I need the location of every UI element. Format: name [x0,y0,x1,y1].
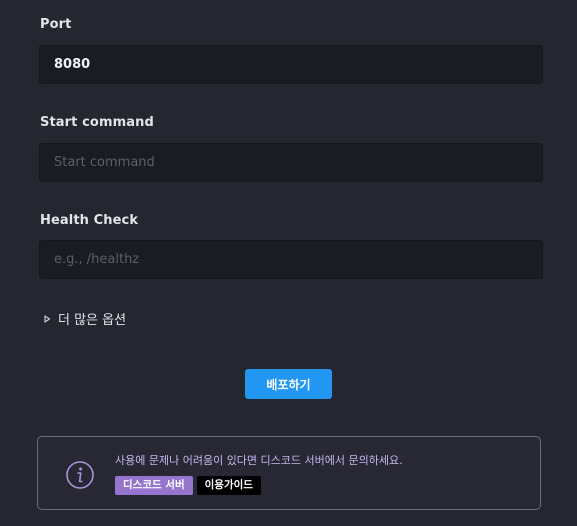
notice-message: 사용에 문제나 어려움이 있다면 디스코드 서버에서 문의하세요. [115,454,403,467]
health-check-label: Health Check [40,213,139,228]
notice-links: 디스코드 서버 이용가이드 [115,476,261,495]
start-command-label: Start command [40,115,154,130]
start-command-input[interactable] [39,143,543,182]
info-icon [66,461,94,489]
port-input[interactable] [39,45,543,84]
more-options-label: 더 많은 옵션 [58,313,127,328]
more-options-toggle[interactable]: 더 많은 옵션 [42,309,126,328]
port-label: Port [40,17,72,32]
health-check-input[interactable] [39,240,543,279]
deploy-button[interactable]: 배포하기 [245,369,332,399]
discord-server-link[interactable]: 디스코드 서버 [115,476,193,495]
user-guide-link[interactable]: 이용가이드 [196,476,261,495]
caret-right-icon [44,314,51,323]
help-notice: 사용에 문제나 어려움이 있다면 디스코드 서버에서 문의하세요. 디스코드 서… [37,436,541,510]
